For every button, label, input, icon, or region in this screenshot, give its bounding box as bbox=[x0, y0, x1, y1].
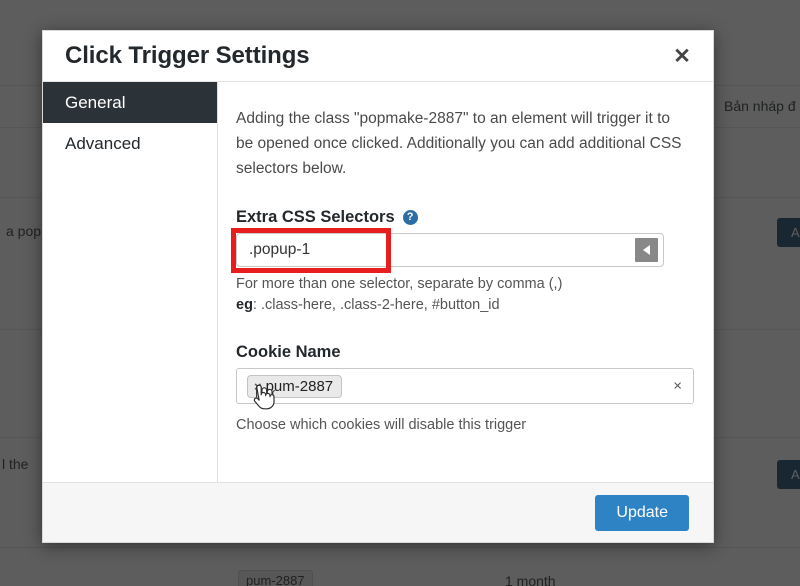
extra-css-selectors-label-text: Extra CSS Selectors bbox=[236, 208, 395, 227]
cookie-tag[interactable]: × pum-2887 bbox=[247, 374, 343, 398]
help-icon[interactable]: ? bbox=[402, 210, 418, 226]
extra-css-selectors-label: Extra CSS Selectors ? bbox=[236, 208, 685, 227]
intro-description: Adding the class "popmake-2887" to an el… bbox=[236, 110, 682, 178]
extra-css-selectors-field-wrap: .popup-1 bbox=[231, 228, 664, 274]
modal-footer: Update bbox=[43, 482, 713, 542]
cookie-clear-all-icon[interactable]: × bbox=[673, 379, 682, 394]
tab-content-general: Adding the class "popmake-2887" to an el… bbox=[218, 82, 713, 482]
cookie-tag-remove-icon[interactable]: × bbox=[254, 380, 262, 393]
caret-left-icon[interactable] bbox=[635, 238, 658, 263]
cookie-name-input[interactable]: × pum-2887 × bbox=[236, 368, 694, 405]
extra-css-selectors-hint: For more than one selector, separate by … bbox=[236, 274, 685, 316]
page-title: Click Trigger Settings bbox=[65, 42, 310, 69]
hint-line-2: eg: .class-here, .class-2-here, #button_… bbox=[236, 295, 685, 316]
hint-examples: : .class-here, .class-2-here, #button_id bbox=[252, 297, 500, 314]
close-icon[interactable]: ✕ bbox=[667, 41, 697, 71]
caret-left-glyph bbox=[643, 245, 650, 256]
cookie-name-group: Cookie Name × pum-2887 × Choose which co… bbox=[236, 343, 694, 436]
tab-advanced[interactable]: Advanced bbox=[43, 123, 217, 164]
cookie-name-label: Cookie Name bbox=[236, 343, 685, 362]
modal-header: Click Trigger Settings ✕ bbox=[43, 31, 713, 81]
hint-line-1: For more than one selector, separate by … bbox=[236, 276, 563, 293]
click-trigger-settings-modal: Click Trigger Settings ✕ General Advance… bbox=[42, 30, 714, 543]
tab-sidebar: General Advanced bbox=[43, 82, 218, 482]
modal-body: General Advanced Adding the class "popma… bbox=[43, 81, 713, 482]
extra-css-selectors-value: .popup-1 bbox=[249, 241, 311, 259]
tab-general[interactable]: General bbox=[43, 82, 217, 123]
update-button[interactable]: Update bbox=[595, 494, 689, 531]
cookie-tag-label: pum-2887 bbox=[265, 377, 334, 395]
cookie-name-hint: Choose which cookies will disable this t… bbox=[236, 417, 527, 434]
extra-css-selectors-input[interactable]: .popup-1 bbox=[236, 233, 664, 268]
hint-prefix: eg bbox=[236, 297, 253, 314]
extra-css-selectors-group: Extra CSS Selectors ? .popup-1 For more … bbox=[231, 208, 685, 316]
cookie-name-label-text: Cookie Name bbox=[236, 343, 341, 362]
